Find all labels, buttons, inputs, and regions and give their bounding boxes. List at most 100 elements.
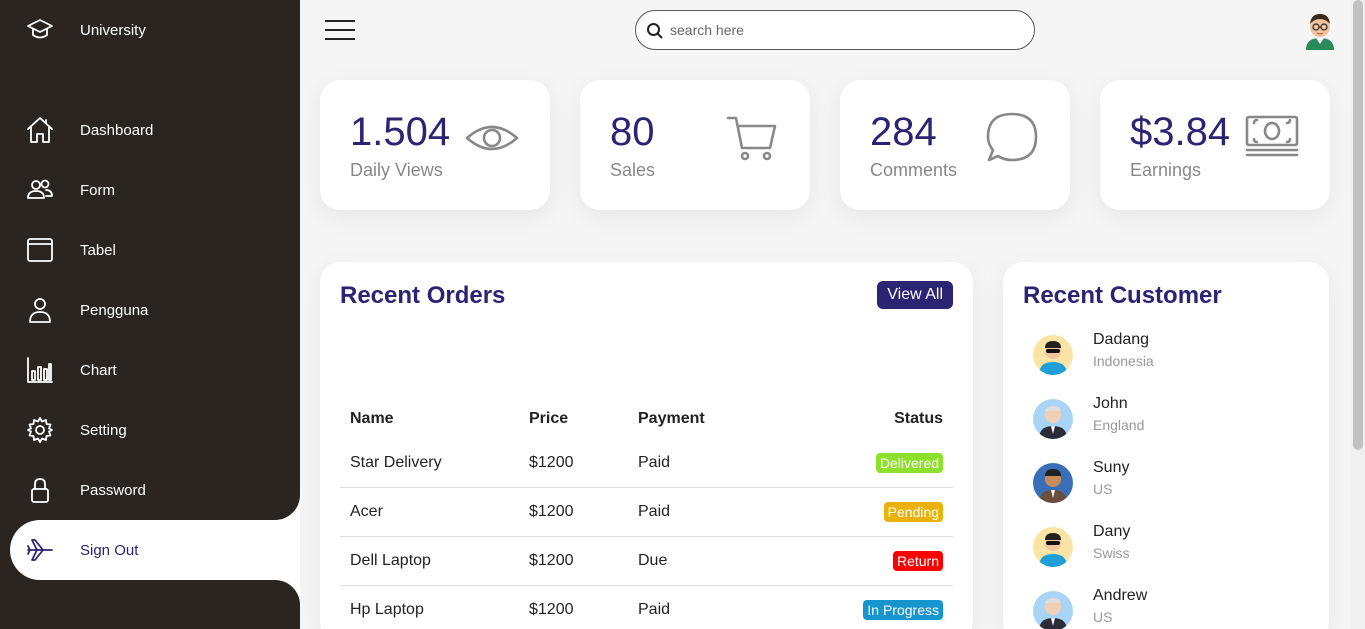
customer-avatar xyxy=(1033,335,1073,375)
stat-label: Sales xyxy=(610,160,656,180)
order-payment: Paid xyxy=(638,503,671,520)
order-price: $1200 xyxy=(529,552,574,569)
sidebar-item-form[interactable]: Form xyxy=(10,160,300,220)
list-item[interactable]: Dany Swiss xyxy=(1033,523,1313,573)
order-payment: Paid xyxy=(638,454,671,471)
sidebar-item-chart[interactable]: Chart xyxy=(10,340,300,400)
sidebar-item-label: Setting xyxy=(80,421,127,439)
recent-customers-panel: Recent Customer Dadang Indonesia John En… xyxy=(1003,262,1329,629)
order-price: $1200 xyxy=(529,503,574,520)
list-item[interactable]: Suny US xyxy=(1033,459,1313,509)
sidebar-item-label: Sign Out xyxy=(80,541,139,559)
customer-avatar xyxy=(1033,399,1073,439)
sidebar-item-tabel[interactable]: Tabel xyxy=(10,220,300,280)
order-payment: Due xyxy=(638,552,668,569)
table-row[interactable]: Hp Laptop $1200 Paid In Progress xyxy=(340,586,953,629)
order-name: Acer xyxy=(350,503,383,520)
customer-name: Suny xyxy=(1093,459,1130,476)
active-curve-top xyxy=(250,470,300,520)
eye-icon xyxy=(464,110,520,166)
order-name: Hp Laptop xyxy=(350,601,424,618)
customer-country: US xyxy=(1093,481,1113,497)
sidebar-item-pengguna[interactable]: Pengguna xyxy=(10,280,300,340)
user-avatar[interactable] xyxy=(1302,10,1338,50)
chart-icon xyxy=(10,355,70,385)
customer-name: John xyxy=(1093,395,1128,412)
stat-card-sales[interactable]: 80 Sales xyxy=(580,80,810,210)
customer-avatar xyxy=(1033,591,1073,629)
browser-icon xyxy=(10,235,70,265)
person-icon xyxy=(10,295,70,325)
main-content: 1.504 Daily Views 80 Sales 284 Comments … xyxy=(300,0,1350,629)
customer-country: Swiss xyxy=(1093,545,1130,561)
status-badge: Return xyxy=(892,551,943,571)
status-badge: Pending xyxy=(883,502,943,522)
recent-orders-title: Recent Orders xyxy=(340,282,506,309)
sidebar-item-sign-out[interactable]: Sign Out xyxy=(10,520,300,580)
sidebar-item-label: Dashboard xyxy=(80,121,154,139)
home-icon xyxy=(10,115,70,145)
table-row[interactable]: Dell Laptop $1200 Due Return xyxy=(340,537,953,586)
stat-number: 80 xyxy=(610,110,655,154)
customer-avatar xyxy=(1033,527,1073,567)
order-payment: Paid xyxy=(638,601,671,618)
customer-name: Andrew xyxy=(1093,587,1148,604)
header-price: Price xyxy=(529,410,569,427)
orders-table: Name Price Payment Status Star Delivery … xyxy=(340,399,953,629)
recent-customers-title: Recent Customer xyxy=(1023,282,1222,309)
stat-label: Comments xyxy=(870,160,958,180)
status-badge: Delivered xyxy=(875,453,943,473)
stat-label: Daily Views xyxy=(350,160,443,180)
graduation-cap-icon xyxy=(10,15,70,45)
people-icon xyxy=(10,175,70,205)
table-row[interactable]: Star Delivery $1200 Paid Delivered xyxy=(340,439,953,488)
list-item[interactable]: Dadang Indonesia xyxy=(1033,331,1313,381)
scrollbar-thumb[interactable] xyxy=(1353,0,1363,450)
sidebar-item-label: Pengguna xyxy=(80,301,149,319)
sidebar-item-label: Tabel xyxy=(80,241,116,259)
stat-card-comments[interactable]: 284 Comments xyxy=(840,80,1070,210)
header-name: Name xyxy=(350,410,394,427)
brand-label: University xyxy=(80,21,146,39)
customer-name: Dany xyxy=(1093,523,1131,540)
stat-card-views[interactable]: 1.504 Daily Views xyxy=(320,80,550,210)
list-item[interactable]: John England xyxy=(1033,395,1313,445)
sidebar: University Dashboard Form Tabel Pengguna… xyxy=(0,0,300,629)
customer-name: Dadang xyxy=(1093,331,1150,348)
order-name: Dell Laptop xyxy=(350,552,431,569)
page-scrollbar[interactable] xyxy=(1350,0,1365,629)
order-name: Star Delivery xyxy=(350,454,442,471)
search-box xyxy=(635,10,1035,50)
stat-number: 1.504 xyxy=(350,110,451,154)
customer-country: Indonesia xyxy=(1093,353,1154,369)
order-price: $1200 xyxy=(529,454,574,471)
cash-icon xyxy=(1244,110,1300,166)
brand[interactable]: University xyxy=(10,0,300,60)
cart-icon xyxy=(724,110,780,166)
sidebar-item-dashboard[interactable]: Dashboard xyxy=(10,100,300,160)
table-header: Name Price Payment Status xyxy=(340,399,953,439)
search-input[interactable] xyxy=(670,19,1020,41)
stat-number: 284 xyxy=(870,110,937,154)
customer-avatar xyxy=(1033,463,1073,503)
gear-icon xyxy=(10,415,70,445)
header-status: Status xyxy=(894,410,943,427)
chat-icon xyxy=(984,110,1040,166)
sidebar-item-setting[interactable]: Setting xyxy=(10,400,300,460)
stat-card-earnings[interactable]: $3.84 Earnings xyxy=(1100,80,1330,210)
header-payment: Payment xyxy=(638,410,705,427)
customer-country: England xyxy=(1093,417,1145,433)
status-badge: In Progress xyxy=(863,600,943,620)
customer-country: US xyxy=(1093,609,1113,625)
menu-toggle-icon[interactable] xyxy=(325,20,355,40)
table-row[interactable]: Acer $1200 Paid Pending xyxy=(340,488,953,537)
topbar xyxy=(300,0,1350,60)
sidebar-item-label: Password xyxy=(80,481,146,499)
airplane-icon xyxy=(10,535,70,565)
search-icon xyxy=(647,23,663,39)
active-curve-bottom xyxy=(250,580,300,629)
stat-number: $3.84 xyxy=(1130,110,1231,154)
sidebar-item-label: Form xyxy=(80,181,115,199)
view-all-button[interactable]: View All xyxy=(877,281,953,309)
list-item[interactable]: Andrew US xyxy=(1033,587,1313,629)
